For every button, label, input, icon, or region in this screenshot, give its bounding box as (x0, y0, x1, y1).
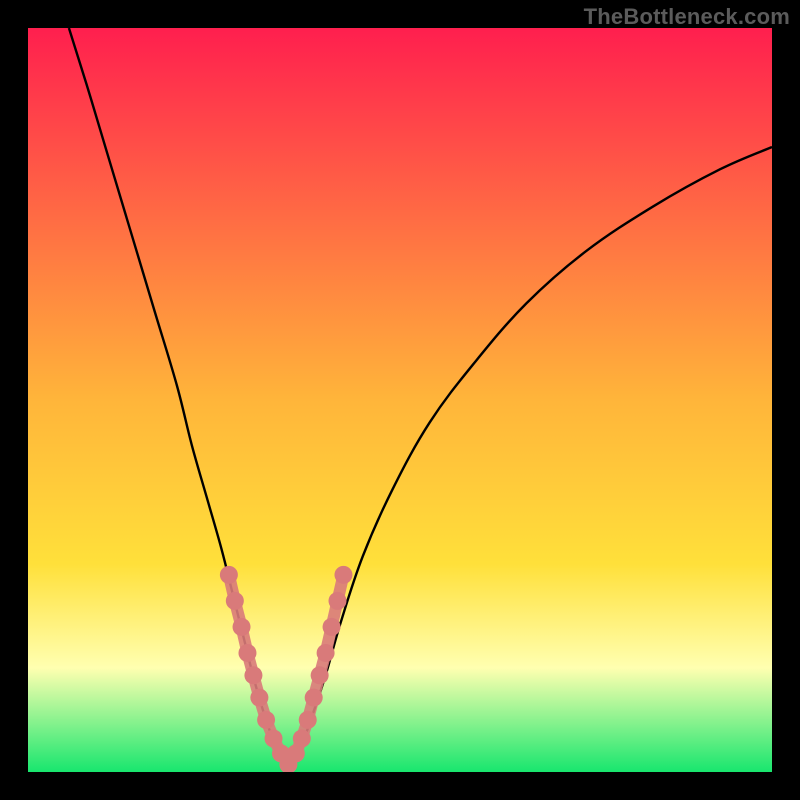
highlight-dot (311, 666, 329, 684)
chart-frame: TheBottleneck.com (0, 0, 800, 800)
highlight-dot (220, 566, 238, 584)
highlight-dot (329, 592, 347, 610)
highlight-dot (317, 644, 335, 662)
plot-area (28, 28, 772, 772)
gradient-background (28, 28, 772, 772)
highlight-dot (257, 711, 275, 729)
highlight-dot (334, 566, 352, 584)
highlight-dot (323, 618, 341, 636)
chart-svg (28, 28, 772, 772)
highlight-dot (305, 689, 323, 707)
watermark-text: TheBottleneck.com (584, 4, 790, 30)
highlight-dot (293, 730, 311, 748)
highlight-dot (226, 592, 244, 610)
highlight-dot (233, 618, 251, 636)
highlight-dot (238, 644, 256, 662)
highlight-dot (244, 666, 262, 684)
highlight-dot (250, 689, 268, 707)
highlight-dot (299, 711, 317, 729)
